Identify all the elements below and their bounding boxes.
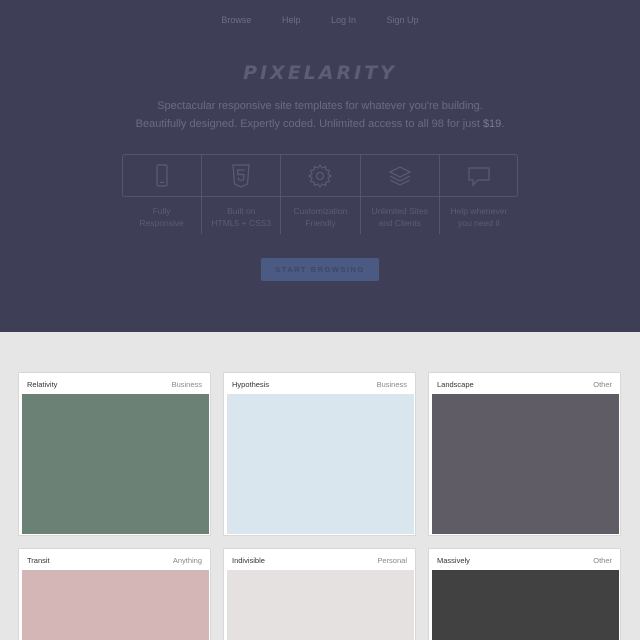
tagline-end: . (501, 118, 505, 130)
hero-section: Browse Help Log In Sign Up PIXELARITY Sp… (0, 0, 640, 332)
template-title[interactable]: Landscape (437, 380, 474, 389)
tagline-text: Beautifully designed. Expertly coded. Un… (135, 118, 483, 130)
template-thumbnail[interactable] (432, 570, 619, 640)
tagline-line-2: Beautifully designed. Expertly coded. Un… (0, 118, 640, 130)
feature-label: Built on HTML5 + CSS3 (211, 206, 272, 228)
gear-icon (308, 164, 333, 188)
features-row: Fully Responsive Built on HTML5 + CSS3 Cus… (122, 154, 518, 234)
template-title[interactable]: Hypothesis (232, 380, 269, 389)
template-thumbnail[interactable] (22, 570, 209, 640)
template-thumbnail[interactable] (227, 570, 414, 640)
template-title[interactable]: Massively (437, 556, 470, 565)
html5-icon (232, 164, 250, 188)
card-header: Relativity Business (19, 373, 210, 394)
feature-label: Help whenever you need it (450, 206, 508, 228)
site-logo[interactable]: PIXELARITY (0, 62, 640, 84)
feature-label: Fully Responsive (139, 206, 184, 228)
nav-signup-link[interactable]: Sign Up (387, 15, 419, 25)
template-category[interactable]: Other (593, 556, 612, 565)
top-nav: Browse Help Log In Sign Up (0, 15, 640, 25)
nav-help-link[interactable]: Help (282, 15, 301, 25)
template-category[interactable]: Personal (377, 556, 407, 565)
template-card[interactable]: Relativity Business (18, 372, 211, 536)
speech-bubble-icon (468, 167, 490, 187)
tagline-price: $19 (482, 118, 502, 130)
feature-customization: Customization Friendly (280, 154, 359, 234)
card-header: Indivisible Personal (224, 549, 415, 570)
nav-browse-link[interactable]: Browse (221, 15, 251, 25)
layers-icon (388, 166, 411, 186)
feature-label: Customization Friendly (293, 206, 348, 228)
template-thumbnail[interactable] (22, 394, 209, 534)
template-category[interactable]: Anything (173, 556, 202, 565)
template-card[interactable]: Landscape Other (428, 372, 621, 536)
tagline-line-1: Spectacular responsive site templates fo… (157, 100, 483, 112)
feature-help: Help whenever you need it (438, 154, 518, 234)
feature-label: Unlimited Sites and Clients (371, 206, 428, 228)
mobile-phone-icon (155, 164, 168, 187)
feature-html5: Built on HTML5 + CSS3 (201, 154, 280, 234)
template-category[interactable]: Business (377, 380, 407, 389)
feature-responsive: Fully Responsive (122, 154, 201, 234)
template-category[interactable]: Other (593, 380, 612, 389)
feature-unlimited: Unlimited Sites and Clients (359, 154, 439, 234)
template-card[interactable]: Transit Anything (18, 548, 211, 640)
template-thumbnail[interactable] (432, 394, 619, 534)
template-card[interactable]: Indivisible Personal (223, 548, 416, 640)
card-header: Hypothesis Business (224, 373, 415, 394)
template-title[interactable]: Relativity (27, 380, 57, 389)
template-title[interactable]: Indivisible (232, 556, 265, 565)
template-card[interactable]: Hypothesis Business (223, 372, 416, 536)
template-thumbnail[interactable] (227, 394, 414, 534)
card-header: Transit Anything (19, 549, 210, 570)
start-browsing-button[interactable]: START BROWSING (261, 258, 379, 281)
card-header: Massively Other (429, 549, 620, 570)
card-header: Landscape Other (429, 373, 620, 394)
nav-login-link[interactable]: Log In (331, 15, 356, 25)
template-category[interactable]: Business (172, 380, 202, 389)
template-title[interactable]: Transit (27, 556, 50, 565)
template-card[interactable]: Massively Other (428, 548, 621, 640)
